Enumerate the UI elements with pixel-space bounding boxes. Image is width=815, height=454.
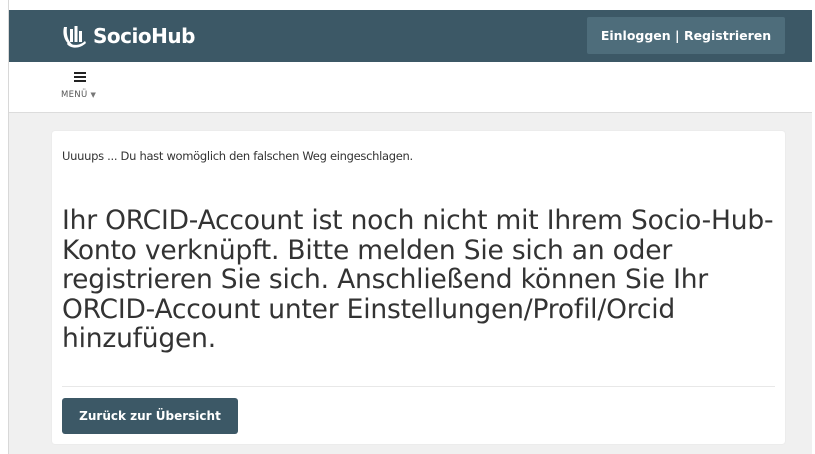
logo-icon [63, 26, 86, 48]
site-header: SocioHub Einloggen | Registrieren [9, 10, 812, 62]
menu-toggle[interactable]: MENÜ ▼ [61, 72, 111, 106]
oops-message: Uuuups ... Du hast womöglich den falsche… [62, 149, 413, 163]
logo-text: SocioHub [93, 24, 195, 48]
message-card: Uuuups ... Du hast womöglich den falsche… [52, 131, 785, 444]
sub-navigation: MENÜ ▼ [9, 62, 812, 113]
menu-label: MENÜ [61, 90, 88, 100]
back-to-overview-button[interactable]: Zurück zur Übersicht [62, 398, 238, 434]
top-strip [0, 0, 815, 10]
hamburger-icon [74, 72, 86, 84]
sociohub-logo[interactable]: SocioHub [61, 21, 195, 51]
login-register-button[interactable]: Einloggen | Registrieren [587, 17, 785, 54]
page-edge [0, 0, 9, 454]
divider [62, 386, 775, 387]
caret-down-icon: ▼ [90, 91, 97, 99]
orcid-headline: Ihr ORCID-Account ist noch nicht mit Ihr… [62, 205, 774, 354]
